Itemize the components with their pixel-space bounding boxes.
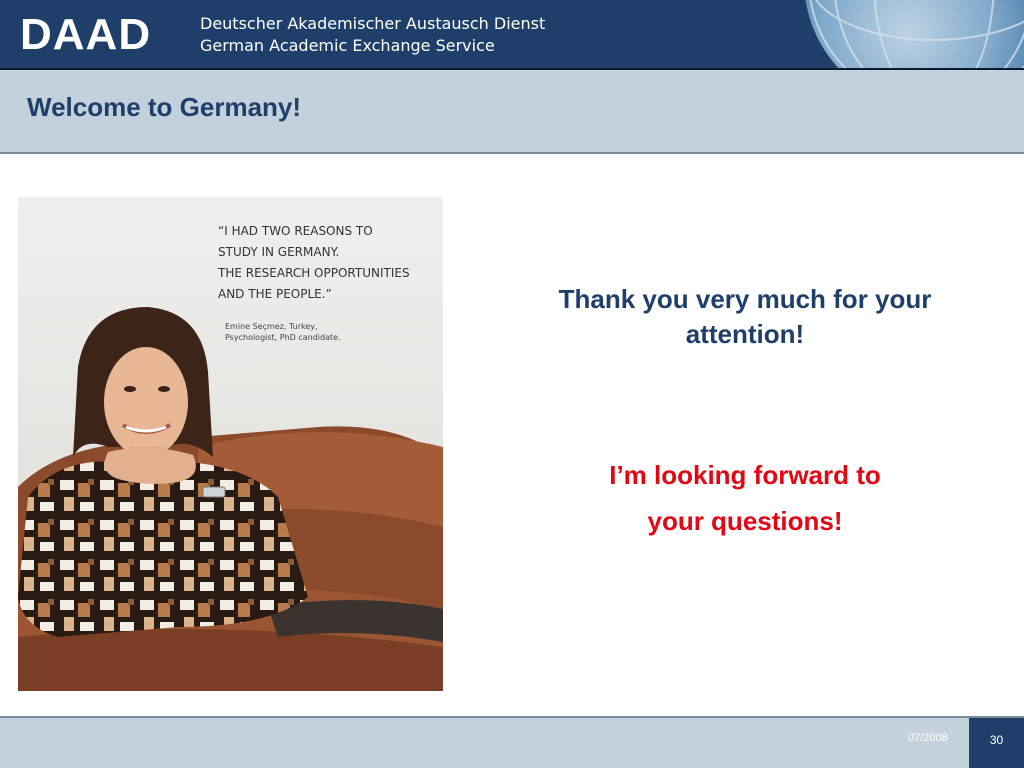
questions-line-1: I’m looking forward to [609,460,881,490]
org-name-german: Deutscher Akademischer Austausch Dienst [200,14,546,33]
header-bar: DAAD Deutscher Akademischer Austausch Di… [0,0,1024,68]
questions-line-2: your questions! [647,506,843,536]
footer-bar [0,718,1024,768]
footer-date: 07/2008 [908,732,948,744]
org-name-english: German Academic Exchange Service [200,36,495,55]
title-band: Welcome to Germany! [0,70,1024,152]
questions-message: I’m looking forward to your questions! [490,452,1000,544]
photo-quote: “I HAD TWO REASONS TO STUDY IN GERMANY. … [218,224,410,301]
photo-credit: Emine Seçmez, Turkey, Psychologist, PhD … [225,322,341,342]
title-divider [0,152,1024,154]
slide-title: Welcome to Germany! [27,92,302,122]
organization-name: Deutscher Akademischer Austausch Dienst … [200,13,545,57]
globe-graphic [804,0,1024,68]
thank-you-message: Thank you very much for your attention! [490,282,1000,352]
page-number: 30 [989,733,1004,747]
daad-logo: DAAD [20,10,152,59]
globe-grid-icon [809,0,1024,68]
page-number-box: 30 [969,718,1024,768]
thank-you-line-2: attention! [685,319,805,349]
student-photo: “I HAD TWO REASONS TO STUDY IN GERMANY. … [18,197,443,691]
thank-you-line-1: Thank you very much for your [558,284,932,314]
